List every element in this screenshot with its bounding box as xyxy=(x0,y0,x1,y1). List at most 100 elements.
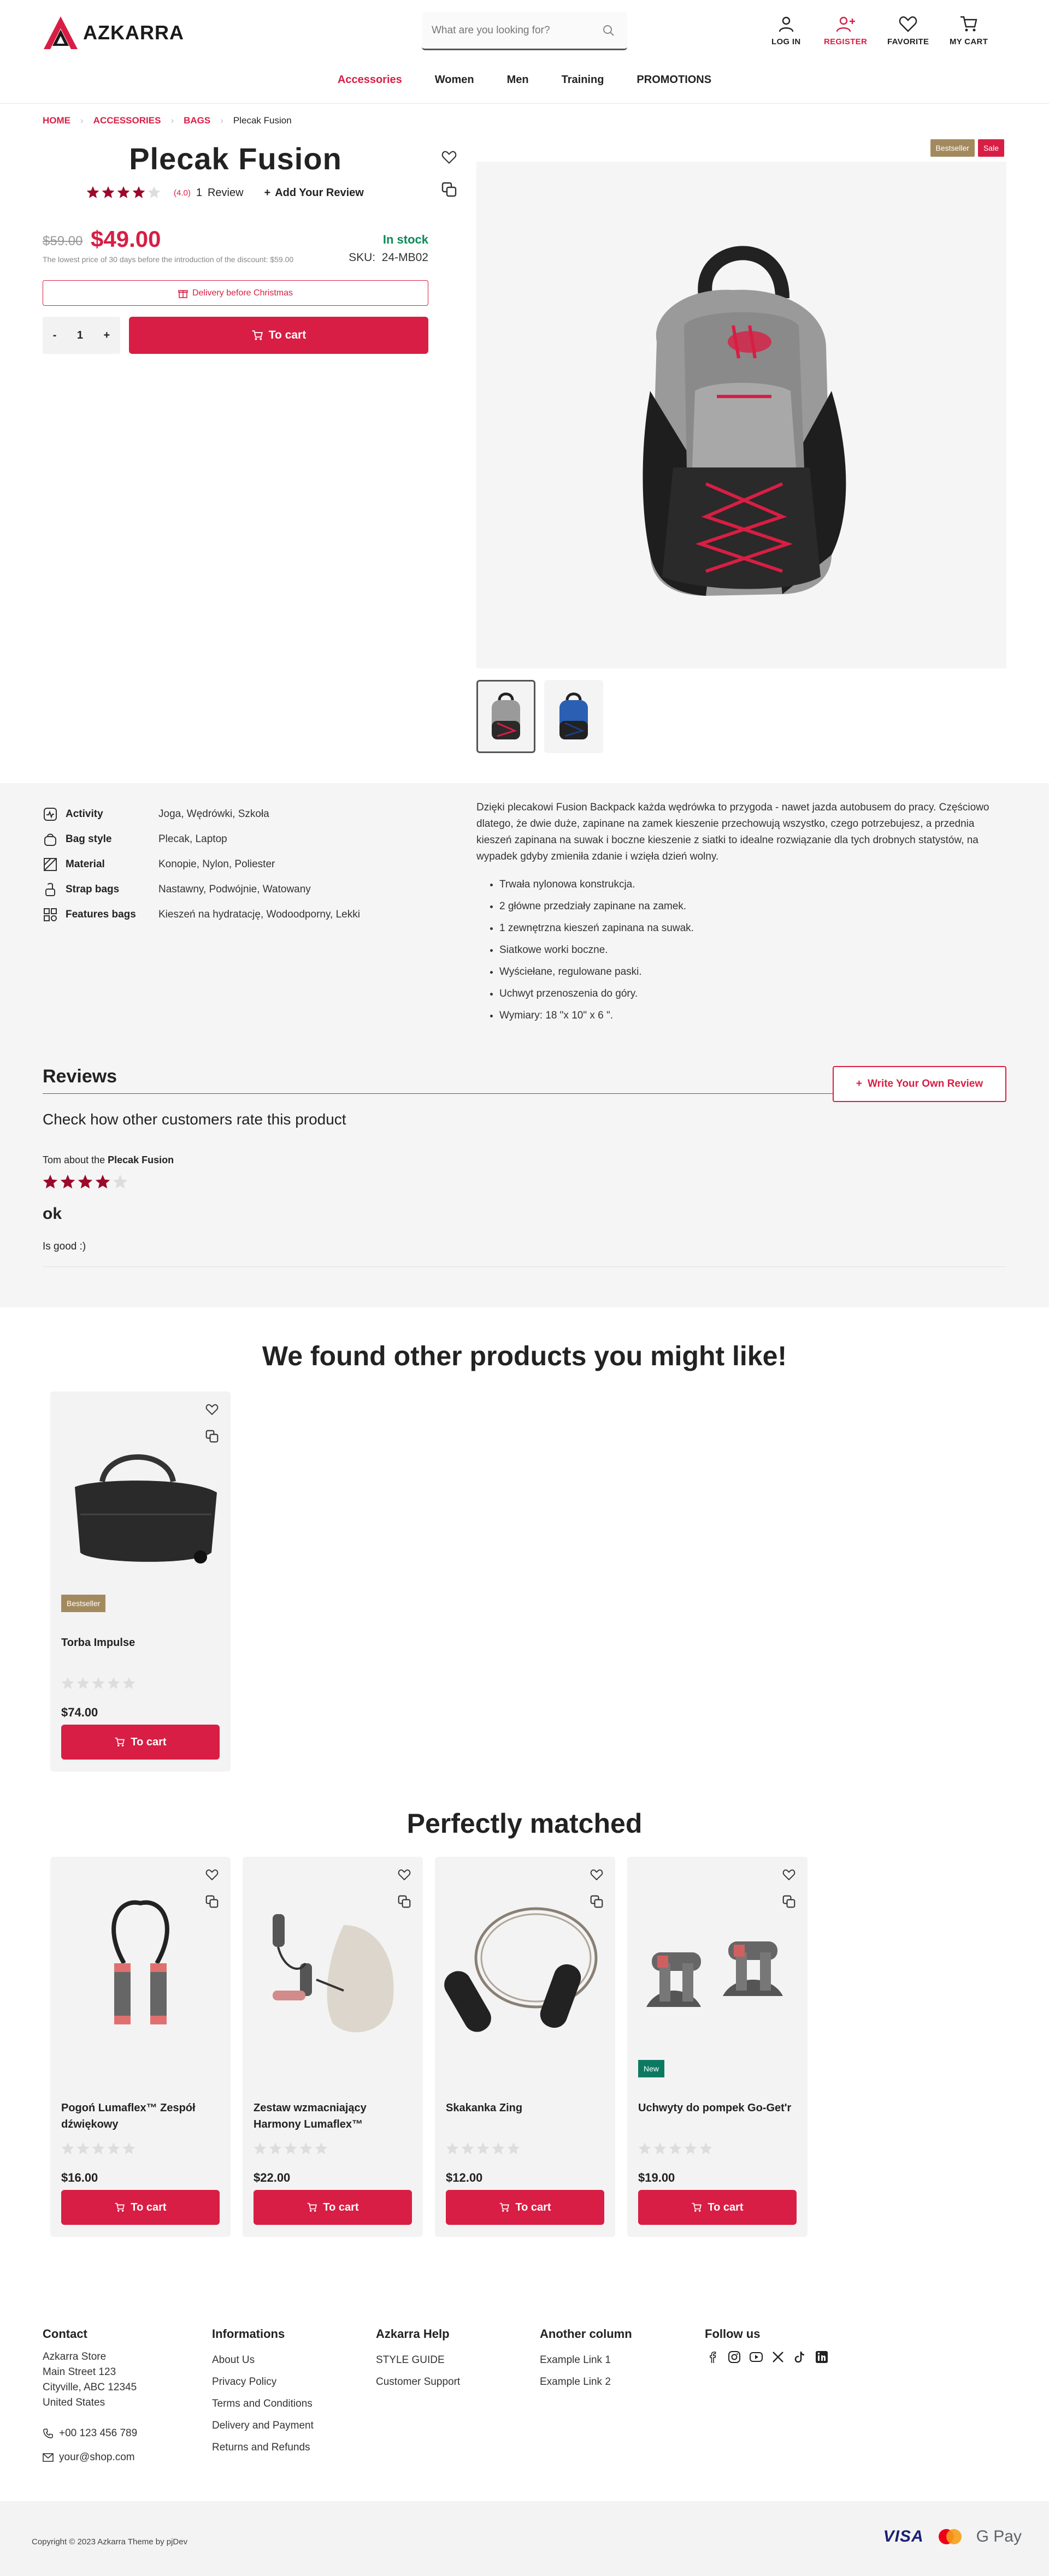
add-to-cart-label: To cart xyxy=(268,329,307,341)
logo[interactable]: AZKARRA xyxy=(43,15,184,50)
qty-value[interactable]: 1 xyxy=(77,329,83,342)
thumbnail-gray-backpack[interactable] xyxy=(476,680,535,753)
footer-follow-title: Follow us xyxy=(705,2327,761,2341)
cart-button[interactable]: MY CART xyxy=(950,15,988,46)
star-filled-icon xyxy=(78,1175,93,1189)
footer-another-title: Another column xyxy=(540,2327,632,2341)
add-to-cart-button[interactable]: To cart xyxy=(129,317,428,354)
attribute-value: Joga, Wędrówki, Szkoła xyxy=(158,808,269,820)
wishlist-heart-icon[interactable] xyxy=(782,1869,795,1881)
star-filled-icon xyxy=(102,186,115,198)
product-card[interactable]: Bestseller Torba Impulse $74.00 To cart xyxy=(50,1391,231,1772)
product-name[interactable]: Skakanka Zing xyxy=(446,2100,604,2116)
bestseller-badge: Bestseller xyxy=(61,1595,106,1612)
product-name[interactable]: Pogoń Lumaflex™ Zespół dźwiękowy xyxy=(61,2100,220,2133)
nav-item-accessories[interactable]: Accessories xyxy=(338,74,402,86)
description-bullet: Siatkowe worki boczne. xyxy=(499,939,1001,961)
search-box[interactable] xyxy=(422,12,627,50)
login-button[interactable]: LOG IN xyxy=(771,15,800,46)
star-empty-icon xyxy=(76,2142,90,2154)
footer-email[interactable]: your@shop.com xyxy=(43,2450,137,2465)
product-image[interactable] xyxy=(440,1890,610,2048)
gift-icon xyxy=(178,289,188,298)
product-card[interactable]: New Uchwyty do pompek Go-Get'r $19.00 To… xyxy=(627,1857,808,2237)
footer-link[interactable]: Example Link 2 xyxy=(540,2371,632,2393)
thumbnail-blue-backpack[interactable] xyxy=(544,680,603,753)
add-review-link[interactable]: + Add Your Review xyxy=(264,187,364,199)
product-card[interactable]: Skakanka Zing $12.00 To cart xyxy=(435,1857,615,2237)
favorite-button[interactable]: FAVORITE xyxy=(887,15,929,46)
qty-decrease-button[interactable]: - xyxy=(53,329,57,342)
delivery-note[interactable]: Delivery before Christmas xyxy=(43,280,428,306)
product-image[interactable] xyxy=(56,1424,225,1583)
product-image[interactable] xyxy=(633,1890,802,2048)
star-filled-icon xyxy=(132,186,145,198)
product-thumbnails xyxy=(476,680,603,753)
footer-phone[interactable]: +00 123 456 789 xyxy=(43,2426,137,2441)
product-name[interactable]: Uchwyty do pompek Go-Get'r xyxy=(638,2100,797,2116)
star-empty-icon xyxy=(315,2142,328,2154)
tiktok-icon[interactable] xyxy=(792,2349,808,2365)
nav-item-women[interactable]: Women xyxy=(435,74,474,86)
youtube-icon[interactable] xyxy=(749,2349,764,2365)
footer-link[interactable]: About Us xyxy=(212,2349,314,2371)
linkedin-icon[interactable] xyxy=(814,2349,829,2365)
review-word[interactable]: Review xyxy=(208,187,244,199)
nav-item-training[interactable]: Training xyxy=(562,74,604,86)
wishlist-heart-icon[interactable] xyxy=(398,1869,411,1881)
cart-icon xyxy=(252,330,263,340)
compare-icon[interactable] xyxy=(441,182,457,197)
breadcrumb-current: Plecak Fusion xyxy=(233,115,292,126)
product-main-image[interactable] xyxy=(476,162,1006,668)
description-bullet: Wyściełane, regulowane paski. xyxy=(499,961,1001,983)
footer-link[interactable]: Example Link 1 xyxy=(540,2349,632,2371)
product-card[interactable]: Pogoń Lumaflex™ Zespół dźwiękowy $16.00 … xyxy=(50,1857,231,2237)
user-plus-icon xyxy=(836,16,855,32)
footer-link[interactable]: Delivery and Payment xyxy=(212,2415,314,2437)
add-to-cart-button[interactable]: To cart xyxy=(61,2190,220,2225)
reviews-header: Reviews + Write Your Own Review xyxy=(43,1066,1006,1102)
wishlist-heart-icon[interactable] xyxy=(205,1404,219,1416)
instagram-icon[interactable] xyxy=(727,2349,742,2365)
star-empty-icon xyxy=(113,1175,128,1189)
product-card[interactable]: Zestaw wzmacniający Harmony Lumaflex™ $2… xyxy=(243,1857,423,2237)
footer-email-value: your@shop.com xyxy=(59,2451,135,2463)
breadcrumb-home[interactable]: HOME xyxy=(43,115,70,126)
product-name[interactable]: Zestaw wzmacniający Harmony Lumaflex™ xyxy=(254,2100,412,2133)
google-pay-icon: G Pay xyxy=(976,2527,1022,2545)
write-review-button[interactable]: + Write Your Own Review xyxy=(833,1066,1006,1102)
cart-icon xyxy=(960,16,977,32)
add-to-cart-button[interactable]: To cart xyxy=(61,1725,220,1760)
breadcrumb-bags[interactable]: BAGS xyxy=(184,115,210,126)
footer-link[interactable]: Customer Support xyxy=(376,2371,460,2393)
wishlist-heart-icon[interactable] xyxy=(590,1869,603,1881)
add-to-cart-button[interactable]: To cart xyxy=(446,2190,604,2225)
product-price: $16.00 xyxy=(61,2171,98,2184)
footer-help: Azkarra Help STYLE GUIDE Customer Suppor… xyxy=(376,2326,460,2393)
facebook-icon[interactable] xyxy=(705,2349,720,2365)
product-name[interactable]: Torba Impulse xyxy=(61,1635,220,1651)
add-to-cart-button[interactable]: To cart xyxy=(254,2190,412,2225)
add-to-cart-button[interactable]: To cart xyxy=(638,2190,797,2225)
nav-item-promotions[interactable]: PROMOTIONS xyxy=(637,74,711,86)
product-image[interactable] xyxy=(248,1890,417,2048)
product-action-icons xyxy=(441,150,457,197)
qty-increase-button[interactable]: + xyxy=(104,329,110,342)
footer-link[interactable]: Privacy Policy xyxy=(212,2371,314,2393)
wishlist-heart-icon[interactable] xyxy=(441,150,457,164)
breadcrumb-accessories[interactable]: ACCESSORIES xyxy=(93,115,161,126)
features-icon xyxy=(44,908,57,921)
wishlist-heart-icon[interactable] xyxy=(205,1869,219,1881)
product-image[interactable] xyxy=(56,1890,225,2048)
review-count[interactable]: 1 xyxy=(196,187,202,199)
user-icon xyxy=(779,16,793,32)
footer-link[interactable]: Returns and Refunds xyxy=(212,2437,314,2459)
footer-link[interactable]: STYLE GUIDE xyxy=(376,2349,460,2371)
search-input[interactable] xyxy=(432,23,596,38)
nav-item-men[interactable]: Men xyxy=(507,74,529,86)
x-icon[interactable] xyxy=(770,2349,786,2365)
register-button[interactable]: REGISTER xyxy=(824,15,867,46)
footer-link[interactable]: Terms and Conditions xyxy=(212,2393,314,2415)
search-icon[interactable] xyxy=(602,24,615,37)
stock-status: In stock xyxy=(382,233,428,246)
